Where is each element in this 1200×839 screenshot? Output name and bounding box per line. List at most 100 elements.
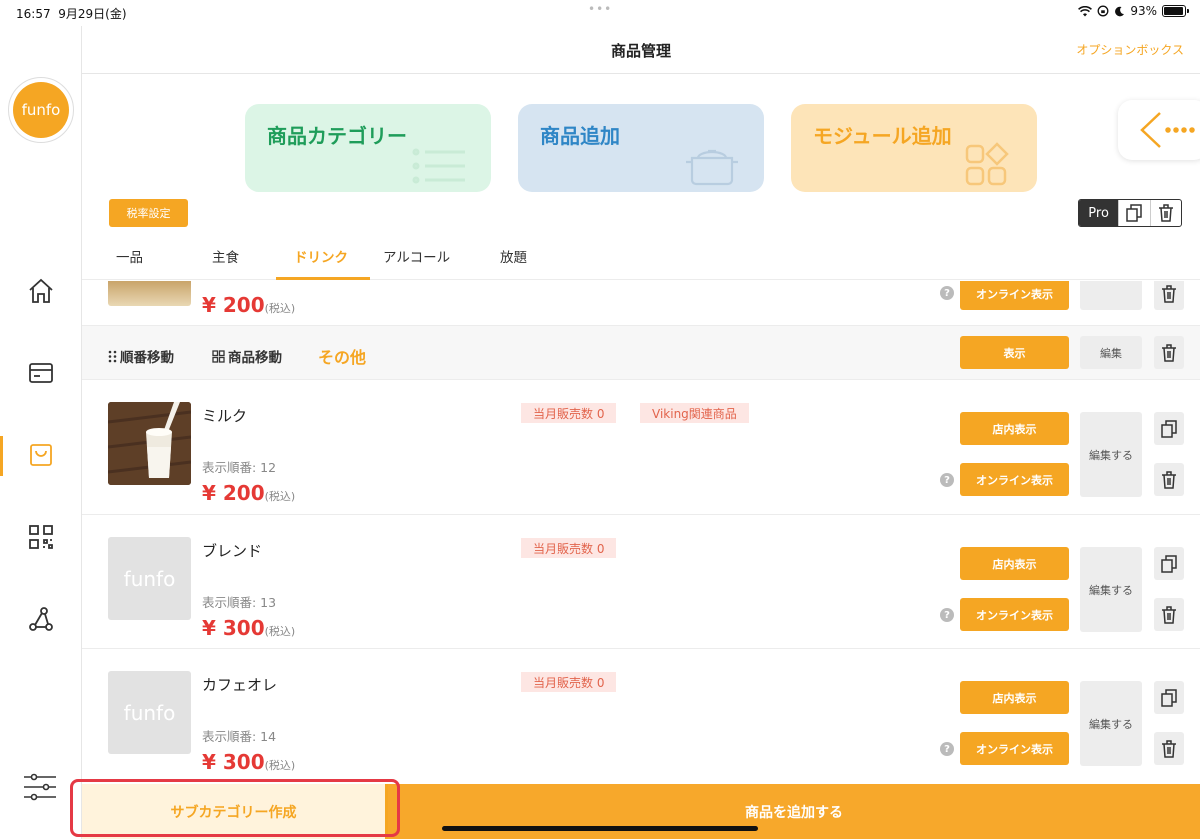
help-icon[interactable]: ?	[940, 742, 954, 756]
page-title: 商品管理	[610, 42, 671, 60]
product-name: ブレンド	[202, 542, 263, 560]
home-icon[interactable]	[26, 276, 56, 306]
battery-icon	[1162, 5, 1189, 17]
trash-icon[interactable]	[1154, 598, 1184, 631]
trash-icon[interactable]	[1154, 463, 1184, 496]
product-list[interactable]: ¥ 200(税込) ? オンライン表示 順番移動 商品移動 その他 表示 編集 …	[82, 281, 1200, 784]
copy-icon[interactable]	[1154, 412, 1184, 445]
product-name: ミルク	[202, 407, 248, 425]
lock-rotation-icon	[1097, 5, 1109, 17]
online-display-button[interactable]: オンライン表示	[960, 598, 1069, 631]
edit-placeholder-button[interactable]	[1080, 281, 1142, 310]
create-subcategory-button[interactable]: サブカテゴリー作成	[82, 784, 388, 839]
tab-drink[interactable]: ドリンク	[294, 246, 348, 266]
back-dots-icon	[1140, 112, 1195, 148]
add-product-card[interactable]: 商品追加	[518, 104, 764, 192]
trash-icon[interactable]	[1149, 200, 1181, 226]
subcategory-name: その他	[318, 348, 367, 367]
table-row: funfo ブレンド 当月販売数 0 表示順番: 13 ¥ 300(税込) 店内…	[82, 515, 1200, 649]
modules-icon	[965, 142, 1009, 186]
table-row: ミルク 当月販売数 0 Viking関連商品 表示順番: 12 ¥ 200(税込…	[82, 380, 1200, 515]
help-icon[interactable]: ?	[940, 473, 954, 487]
store-display-button[interactable]: 店内表示	[960, 681, 1069, 714]
subcategory-header: 順番移動 商品移動 その他 表示 編集	[82, 326, 1200, 380]
tax-settings-button[interactable]: 税率設定	[109, 199, 188, 227]
more-options-card[interactable]	[1118, 100, 1200, 160]
product-name: カフェオレ	[202, 676, 278, 694]
network-icon[interactable]	[26, 604, 56, 634]
option-box-link[interactable]: オプションボックス	[1076, 41, 1184, 58]
list-item: ¥ 200(税込) ? オンライン表示	[82, 281, 1200, 326]
sales-tag: 当月販売数 0	[521, 403, 617, 423]
display-order: 表示順番: 12	[202, 460, 277, 475]
tab-shushoku[interactable]: 主食	[212, 246, 239, 266]
product-image[interactable]	[108, 402, 191, 485]
pro-toolbar: Pro	[1078, 199, 1182, 227]
table-row: funfo カフェオレ 当月販売数 0 表示順番: 14 ¥ 300(税込) 店…	[82, 649, 1200, 784]
bag-icon[interactable]	[26, 440, 56, 470]
online-display-button[interactable]: オンライン表示	[960, 732, 1069, 765]
settings-sliders-icon[interactable]	[22, 772, 58, 806]
trash-icon[interactable]	[1154, 732, 1184, 765]
edit-subcategory-button[interactable]: 編集	[1080, 336, 1142, 369]
store-display-button[interactable]: 店内表示	[960, 412, 1069, 445]
product-price: ¥ 200(税込)	[202, 481, 296, 505]
copy-icon[interactable]	[1118, 200, 1149, 226]
home-indicator[interactable]	[442, 826, 758, 831]
display-order: 表示順番: 14	[202, 729, 277, 744]
pot-icon	[686, 149, 738, 186]
sidebar: funfo	[0, 26, 82, 839]
product-price: ¥ 300(税込)	[202, 616, 296, 640]
tab-ippin[interactable]: 一品	[116, 246, 143, 266]
show-subcategory-button[interactable]: 表示	[960, 336, 1069, 369]
reorder-control[interactable]: 順番移動	[108, 346, 174, 366]
product-image-placeholder[interactable]: funfo	[108, 671, 191, 754]
store-display-button[interactable]: 店内表示	[960, 547, 1069, 580]
status-time: 16:57 9月29日(金)	[16, 7, 127, 21]
product-image-placeholder[interactable]: funfo	[108, 537, 191, 620]
trash-icon[interactable]	[1154, 281, 1184, 310]
help-icon[interactable]: ?	[940, 286, 954, 300]
online-display-button[interactable]: オンライン表示	[960, 281, 1069, 310]
move-products-control[interactable]: 商品移動	[212, 346, 282, 366]
viking-tag: Viking関連商品	[640, 403, 749, 423]
online-display-button[interactable]: オンライン表示	[960, 463, 1069, 496]
product-price: ¥ 300(税込)	[202, 750, 296, 774]
product-image[interactable]	[108, 281, 191, 306]
product-price: ¥ 200(税込)	[202, 293, 296, 317]
tab-houdai[interactable]: 放題	[500, 246, 527, 266]
tab-alcohol[interactable]: アルコール	[383, 246, 450, 266]
multitask-dots[interactable]: •••	[588, 2, 612, 16]
card-icon[interactable]	[26, 358, 56, 388]
status-bar: 16:57 9月29日(金) ••• 93%	[0, 0, 1200, 26]
help-icon[interactable]: ?	[940, 608, 954, 622]
moon-icon	[1115, 6, 1125, 16]
edit-product-button[interactable]: 編集する	[1080, 547, 1142, 632]
wifi-icon	[1078, 5, 1093, 16]
edit-product-button[interactable]: 編集する	[1080, 681, 1142, 766]
sales-tag: 当月販売数 0	[521, 538, 617, 558]
category-tabs: 一品 主食 ドリンク アルコール 放題	[82, 236, 1200, 280]
top-header: 商品管理 オプションボックス	[82, 26, 1200, 74]
funfo-logo[interactable]: funfo	[8, 77, 74, 143]
product-category-card[interactable]: 商品カテゴリー	[245, 104, 491, 192]
sales-tag: 当月販売数 0	[521, 672, 617, 692]
copy-icon[interactable]	[1154, 547, 1184, 580]
status-right: 93%	[1078, 4, 1189, 18]
add-module-card[interactable]: モジュール追加	[791, 104, 1037, 192]
battery-percent: 93%	[1130, 4, 1157, 18]
active-tab-underline	[276, 277, 370, 280]
nav-active-indicator	[0, 436, 3, 476]
grid-icon	[212, 349, 225, 363]
display-order: 表示順番: 13	[202, 595, 277, 610]
copy-icon[interactable]	[1154, 681, 1184, 714]
qr-icon[interactable]	[26, 522, 56, 552]
list-icon	[412, 148, 465, 184]
pro-badge[interactable]: Pro	[1079, 200, 1119, 226]
trash-icon[interactable]	[1154, 336, 1184, 369]
product-category-label: 商品カテゴリー	[267, 124, 407, 148]
edit-product-button[interactable]: 編集する	[1080, 412, 1142, 497]
add-product-label: 商品追加	[540, 124, 620, 148]
drag-dots-icon	[108, 350, 117, 362]
add-module-label: モジュール追加	[813, 124, 952, 148]
